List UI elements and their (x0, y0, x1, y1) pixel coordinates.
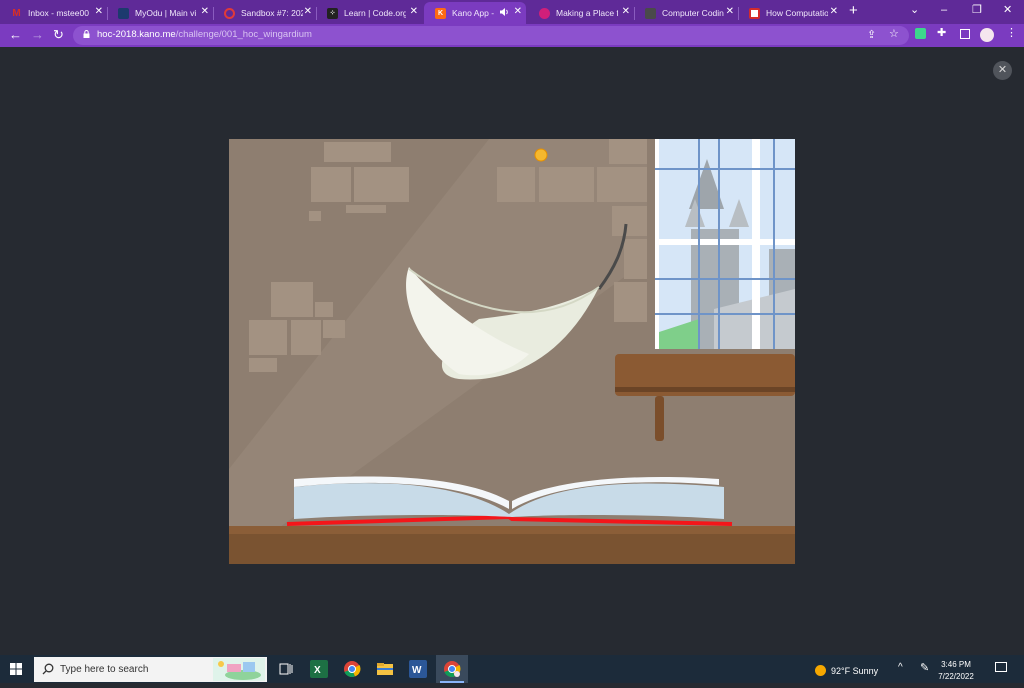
sandbox-icon (224, 7, 235, 19)
menu-dots-icon[interactable]: ⋮ (1006, 27, 1017, 39)
svg-text:X: X (314, 665, 321, 676)
share-icon[interactable]: ⇪ (867, 29, 876, 41)
weather-text: 92°F Sunny (831, 666, 879, 676)
codeorg-icon: ⁘ (327, 7, 338, 19)
tab-kano[interactable]: K Kano App - ✕ (424, 2, 526, 24)
back-icon[interactable]: ← (9, 28, 22, 42)
tab-how-computation[interactable]: How Computatio ✕ (738, 2, 842, 24)
svg-text:W: W (412, 665, 422, 676)
tab-inbox[interactable]: M Inbox - mstee00 ✕ (0, 2, 108, 24)
windows-start-icon[interactable] (10, 663, 22, 675)
tab-search-icon[interactable]: ⌄ (910, 3, 919, 17)
word-icon[interactable]: W (409, 660, 427, 678)
close-window-button[interactable]: ✕ (1003, 3, 1012, 17)
new-tab-button[interactable]: + (849, 3, 858, 19)
clock-date: 7/22/2022 (938, 672, 974, 681)
tab-title: Computer Codin (662, 8, 724, 18)
castle-window (647, 139, 795, 357)
restore-button[interactable]: ❐ (972, 3, 982, 17)
close-tab-icon[interactable]: ✕ (410, 6, 418, 18)
system-clock[interactable]: 3:46 PM 7/22/2022 (936, 659, 976, 683)
place-icon (539, 7, 550, 19)
tab-computer-coding[interactable]: Computer Codin ✕ (634, 2, 739, 24)
tab-codeorg[interactable]: ⁘ Learn | Code.org ✕ (316, 2, 422, 24)
address-bar[interactable]: hoc-2018.kano.me/challenge/001_hoc_winga… (73, 26, 909, 45)
close-tab-icon[interactable]: ✕ (830, 6, 838, 18)
tab-title: Learn | Code.org (344, 8, 406, 18)
tab-making-a-place[interactable]: Making a Place f ✕ (528, 2, 635, 24)
clock-time: 3:46 PM (941, 660, 971, 669)
minimize-button[interactable]: – (941, 3, 947, 17)
search-placeholder: Type here to search (60, 664, 149, 675)
windows-taskbar: Type here to search X W 92°F Sunny ^ ✎ 3… (0, 655, 1024, 683)
sun-icon (815, 665, 826, 676)
reload-icon[interactable]: ↻ (53, 28, 64, 42)
tab-title: Inbox - mstee00 (28, 8, 89, 18)
tab-title: Making a Place f (556, 8, 618, 18)
highlight-dot[interactable] (534, 148, 548, 162)
excel-icon[interactable]: X (310, 660, 328, 678)
extensions-puzzle-icon[interactable]: ✚ (937, 27, 946, 39)
notification-center-icon[interactable] (995, 662, 1007, 672)
lock-icon (83, 30, 90, 38)
odu-icon (118, 7, 129, 19)
tab-strip: M Inbox - mstee00 ✕ MyOdu | Main vi ✕ Sa… (0, 0, 1024, 24)
side-panel-icon[interactable] (960, 29, 970, 39)
task-view-icon[interactable] (277, 660, 295, 678)
close-tab-icon[interactable]: ✕ (95, 6, 103, 18)
codin-icon (645, 7, 656, 19)
bookmark-star-icon[interactable]: ☆ (889, 28, 899, 40)
weather-widget[interactable]: 92°F Sunny (815, 665, 878, 676)
feather-book-scene[interactable] (229, 139, 795, 564)
how-icon (749, 7, 760, 19)
kano-icon: K (435, 7, 446, 19)
chrome-icon[interactable] (343, 660, 361, 678)
close-tab-icon[interactable]: ✕ (622, 6, 630, 18)
pen-workspace-icon[interactable]: ✎ (920, 661, 929, 674)
search-highlight-art (213, 658, 265, 681)
tab-myodu[interactable]: MyOdu | Main vi ✕ (107, 2, 214, 24)
search-icon (42, 663, 54, 675)
browser-toolbar: ← → ↻ hoc-2018.kano.me/challenge/001_hoc… (0, 24, 1024, 47)
tab-title: How Computatio (766, 8, 828, 18)
profile-avatar[interactable] (980, 28, 994, 42)
tab-title: Sandbox #7: 202 (241, 8, 303, 18)
close-tab-icon[interactable]: ✕ (304, 6, 312, 18)
speaker-icon[interactable] (499, 7, 509, 19)
forward-icon[interactable]: → (31, 28, 44, 42)
extension-green-icon[interactable] (915, 28, 926, 39)
close-tab-icon[interactable]: ✕ (514, 6, 522, 18)
url-text: hoc-2018.kano.me/challenge/001_hoc_winga… (97, 29, 312, 40)
close-challenge-button[interactable]: ✕ (993, 61, 1012, 80)
chrome-profile-icon[interactable] (436, 655, 468, 683)
show-hidden-icons-chevron[interactable]: ^ (898, 662, 903, 673)
tab-sandbox[interactable]: Sandbox #7: 202 ✕ (213, 2, 317, 24)
file-explorer-icon[interactable] (376, 660, 394, 678)
taskbar-search-box[interactable]: Type here to search (34, 657, 267, 682)
close-tab-icon[interactable]: ✕ (726, 6, 734, 18)
tab-title: Kano App - (452, 8, 495, 18)
tab-title: MyOdu | Main vi (135, 8, 197, 18)
close-tab-icon[interactable]: ✕ (201, 6, 209, 18)
gmail-icon: M (12, 7, 21, 19)
